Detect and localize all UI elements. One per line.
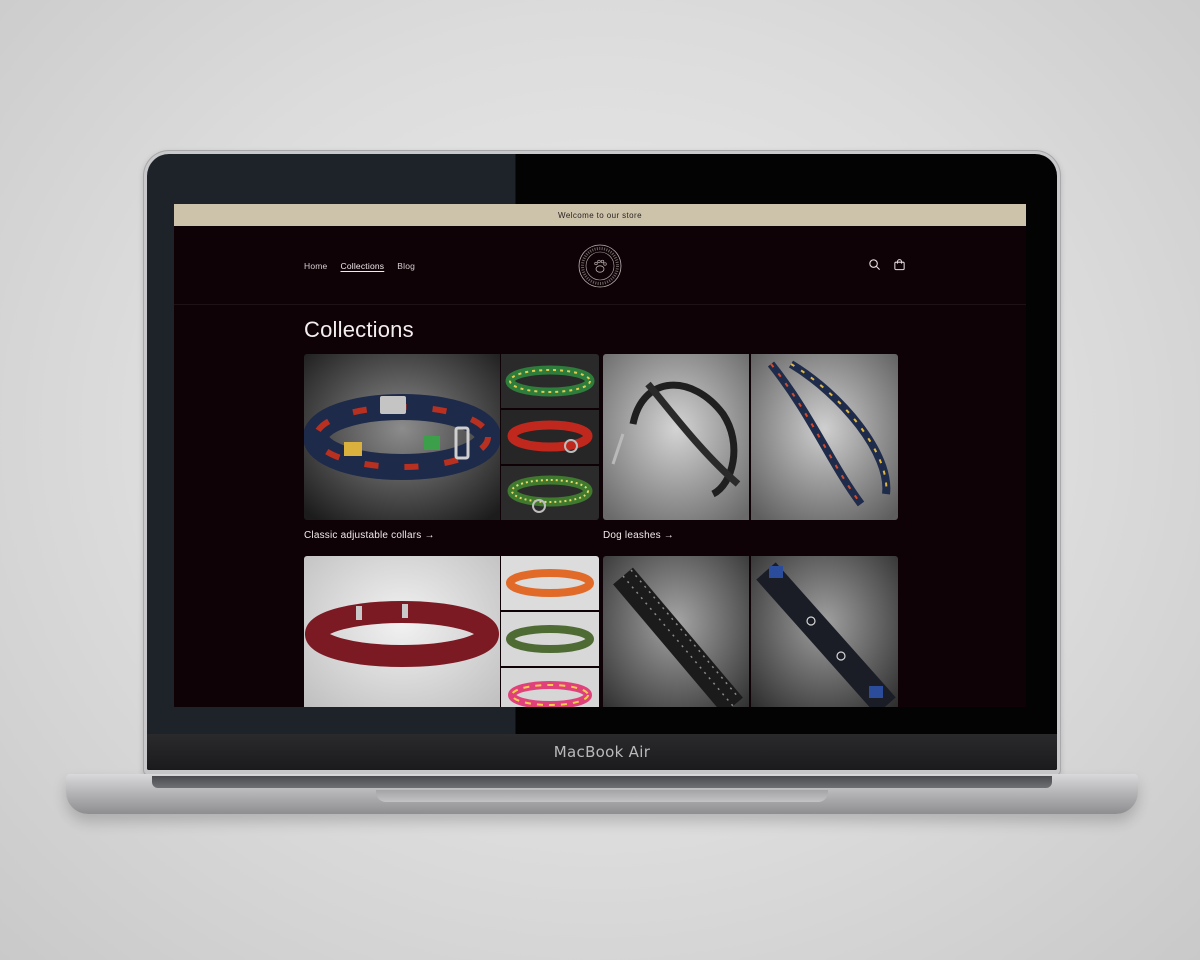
main-nav: Home Collections Blog xyxy=(304,261,415,271)
paw-seal-logo-icon xyxy=(578,244,622,288)
collar-photo-red xyxy=(501,410,599,464)
page-title: Collections xyxy=(304,317,414,342)
collection-title[interactable]: Classic adjustable collars → xyxy=(304,530,599,541)
arrow-right-icon: → xyxy=(663,530,674,541)
trackpad-notch xyxy=(376,790,828,802)
collection-image-collage xyxy=(304,556,599,707)
collar-photo-pink xyxy=(501,668,599,707)
store-logo[interactable] xyxy=(578,244,622,288)
laptop-base xyxy=(66,774,1138,814)
collection-image-collage xyxy=(603,556,898,707)
collection-image-collage xyxy=(304,354,599,520)
collar-photo-orange xyxy=(501,556,599,610)
nav-home[interactable]: Home xyxy=(304,261,327,271)
site-header: Home Collections Blog xyxy=(174,226,1026,305)
collection-title-text: Dog leashes xyxy=(603,530,661,541)
arrow-right-icon: → xyxy=(424,530,435,541)
cart-icon[interactable] xyxy=(893,258,906,271)
announcement-bar: Welcome to our store xyxy=(174,204,1026,226)
collection-card-patterned[interactable] xyxy=(603,556,898,707)
collection-title[interactable]: Dog leashes → xyxy=(603,530,898,541)
announcement-text: Welcome to our store xyxy=(558,210,642,220)
collection-card-martingale[interactable] xyxy=(304,556,599,707)
collection-image-collage xyxy=(603,354,898,520)
laptop-chin: MacBook Air xyxy=(147,734,1057,770)
strap-photo-diamond xyxy=(603,556,749,707)
header-icons xyxy=(868,258,906,271)
collection-card-leashes[interactable]: Dog leashes → xyxy=(603,354,898,541)
browser-screen: Welcome to our store Home Collections Bl… xyxy=(174,204,1026,707)
collection-title-text: Classic adjustable collars xyxy=(304,530,422,541)
collar-photo-plaid xyxy=(501,466,599,520)
leash-photo-pattern xyxy=(751,354,898,520)
nav-collections[interactable]: Collections xyxy=(340,261,384,271)
collar-photo-burgundy xyxy=(304,556,500,707)
strap-photo-snowflake xyxy=(751,556,898,707)
nav-blog[interactable]: Blog xyxy=(397,261,415,271)
collar-photo-olive xyxy=(501,612,599,666)
collar-photo-green xyxy=(501,354,599,408)
collection-card-collars[interactable]: Classic adjustable collars → xyxy=(304,354,599,541)
leash-photo-black xyxy=(603,354,749,520)
keyboard-well xyxy=(152,776,1052,788)
laptop-brand-label: MacBook Air xyxy=(553,743,651,761)
collar-photo-main xyxy=(304,354,500,520)
search-icon[interactable] xyxy=(868,258,881,271)
